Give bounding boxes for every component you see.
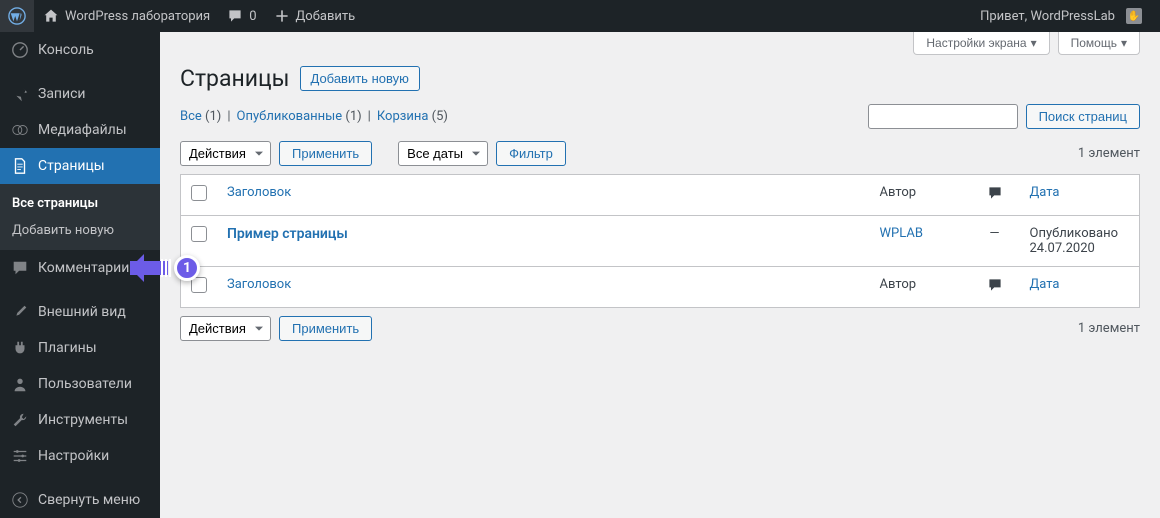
user-icon [10, 374, 30, 394]
site-name[interactable]: WordPress лаборатория [34, 0, 218, 32]
bulk-action-select[interactable]: Действия [180, 141, 271, 166]
wp-logo[interactable] [0, 0, 34, 32]
sidebar-item-media[interactable]: Медиафайлы [0, 112, 160, 148]
row-comments: — [970, 216, 1020, 267]
dashboard-icon [10, 40, 30, 60]
filter-trash[interactable]: Корзина [377, 109, 429, 124]
sidebar-item-dashboard[interactable]: Консоль [0, 32, 160, 68]
sidebar-item-settings[interactable]: Настройки [0, 438, 160, 474]
item-count-bottom: 1 элемент [1078, 321, 1140, 336]
annotation-arrow: 1 [130, 255, 200, 281]
item-count: 1 элемент [1078, 146, 1140, 161]
add-new-button[interactable]: Добавить новую [300, 66, 420, 91]
sidebar-item-appearance[interactable]: Внешний вид [0, 294, 160, 330]
media-icon [10, 120, 30, 140]
comment-icon [10, 258, 30, 278]
sidebar-item-label: Внешний вид [38, 304, 126, 320]
bulk-action-select-bottom[interactable]: Действия [180, 316, 271, 341]
comments-header-footer[interactable] [970, 267, 1020, 308]
sidebar-item-label: Записи [38, 86, 86, 102]
pages-table: Заголовок Автор Дата Пример страницы WPL… [180, 174, 1140, 308]
submenu-all-pages[interactable]: Все страницы [0, 190, 160, 217]
title-header[interactable]: Заголовок [227, 185, 291, 200]
add-new-link[interactable]: Добавить [265, 0, 364, 32]
filter-all[interactable]: Все [180, 109, 202, 124]
comments-count: 0 [249, 9, 256, 24]
sidebar-item-label: Инструменты [38, 412, 128, 428]
sidebar-item-label: Свернуть меню [38, 492, 140, 508]
greeting-text: Привет, WordPressLab [980, 9, 1115, 24]
comments-link[interactable]: 0 [218, 0, 264, 32]
filter-published[interactable]: Опубликованные [237, 109, 343, 124]
plus-icon [273, 7, 291, 25]
sidebar-item-label: Плагины [38, 340, 97, 356]
sidebar-item-label: Настройки [38, 448, 109, 464]
sidebar-item-label: Страницы [38, 158, 105, 174]
select-all-checkbox[interactable] [191, 185, 207, 201]
sidebar-item-posts[interactable]: Записи [0, 76, 160, 112]
apply-button[interactable]: Применить [279, 141, 372, 166]
date-filter-select[interactable]: Все даты [398, 141, 488, 166]
search-button[interactable]: Поиск страниц [1026, 104, 1140, 129]
sidebar-item-label: Консоль [38, 42, 94, 58]
sidebar-item-label: Медиафайлы [38, 122, 127, 138]
sidebar-item-label: Пользователи [38, 376, 132, 392]
avatar: ✋ [1126, 8, 1142, 24]
page-title: Страницы [180, 65, 290, 92]
search-input[interactable] [868, 104, 1018, 129]
title-header-footer[interactable]: Заголовок [227, 277, 291, 292]
page-icon [10, 156, 30, 176]
submenu-add-new[interactable]: Добавить новую [0, 217, 160, 244]
site-name-label: WordPress лаборатория [65, 9, 210, 24]
annotation-badge: 1 [174, 255, 200, 281]
date-header[interactable]: Дата [1030, 185, 1060, 200]
row-author-link[interactable]: WPLAB [880, 226, 923, 241]
author-header-footer: Автор [870, 267, 970, 308]
admin-sidebar: Консоль Записи Медиафайлы Страницы Все с… [0, 32, 160, 518]
sidebar-item-plugins[interactable]: Плагины [0, 330, 160, 366]
sidebar-submenu: Все страницы Добавить новую [0, 184, 160, 250]
wrench-icon [10, 410, 30, 430]
add-new-label: Добавить [296, 9, 356, 24]
sidebar-item-users[interactable]: Пользователи [0, 366, 160, 402]
author-header: Автор [870, 175, 970, 216]
wordpress-icon [8, 7, 26, 25]
sidebar-item-pages[interactable]: Страницы [0, 148, 160, 184]
chevron-down-icon: ▾ [1121, 36, 1127, 50]
brush-icon [10, 302, 30, 322]
screen-options-button[interactable]: Настройки экрана ▾ [913, 32, 1049, 55]
date-header-footer[interactable]: Дата [1030, 277, 1060, 292]
row-date: Опубликовано 24.07.2020 [1020, 216, 1140, 267]
admin-toolbar: WordPress лаборатория 0 Добавить Привет,… [0, 0, 1160, 32]
table-row: Пример страницы WPLAB — Опубликовано 24.… [181, 216, 1140, 267]
home-icon [42, 7, 60, 25]
help-button[interactable]: Помощь ▾ [1058, 32, 1140, 55]
comment-icon [226, 7, 244, 25]
filter-button[interactable]: Фильтр [496, 141, 566, 166]
collapse-icon [10, 490, 30, 510]
chevron-down-icon: ▾ [1031, 36, 1037, 50]
sidebar-item-tools[interactable]: Инструменты [0, 402, 160, 438]
content-area: Настройки экрана ▾ Помощь ▾ Страницы Доб… [160, 32, 1160, 518]
sidebar-collapse[interactable]: Свернуть меню [0, 482, 160, 518]
row-title-link[interactable]: Пример страницы [227, 226, 348, 242]
comments-header[interactable] [970, 175, 1020, 216]
status-filters: Все (1) | Опубликованные (1) | Корзина (… [180, 109, 448, 124]
user-greeting[interactable]: Привет, WordPressLab ✋ [972, 0, 1150, 32]
plug-icon [10, 338, 30, 358]
pin-icon [10, 84, 30, 104]
sliders-icon [10, 446, 30, 466]
row-checkbox[interactable] [191, 226, 207, 242]
apply-button-bottom[interactable]: Применить [279, 316, 372, 341]
